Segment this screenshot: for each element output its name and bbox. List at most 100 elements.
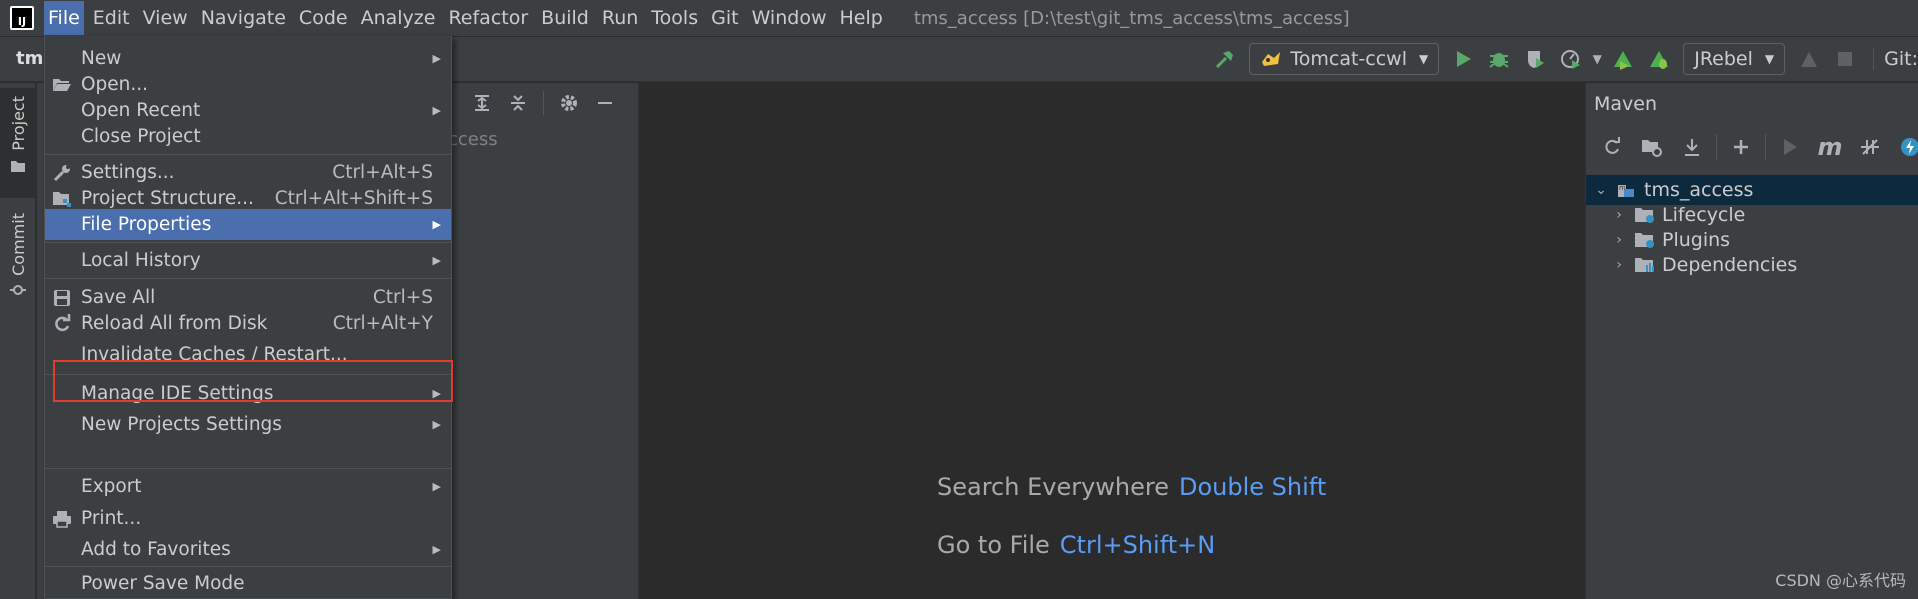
submenu-arrow-icon: ▶: [432, 543, 441, 556]
hint-label: Search Everywhere: [937, 473, 1169, 501]
menu-item-shortcut: Ctrl+Alt+S: [332, 162, 433, 183]
menu-edit[interactable]: Edit: [89, 1, 134, 35]
menu-item-close-project[interactable]: Close Project: [45, 121, 451, 152]
print-icon: [50, 507, 74, 531]
debug-icon[interactable]: [1481, 41, 1517, 77]
run-icon[interactable]: [1772, 129, 1808, 165]
chevron-down-icon: ▼: [1419, 52, 1429, 66]
commit-tool-tab[interactable]: Commit: [0, 203, 36, 313]
run-config-select[interactable]: Tomcat-ccwl ▼: [1249, 43, 1440, 75]
toggle-offline-icon[interactable]: [1852, 129, 1888, 165]
maven-dependencies-row[interactable]: › Dependencies: [1586, 250, 1918, 280]
menu-item-print[interactable]: Print...: [45, 503, 451, 534]
menu-item-shortcut: Ctrl+S: [372, 287, 433, 308]
jrebel-debug-icon[interactable]: [1641, 41, 1677, 77]
menu-navigate[interactable]: Navigate: [197, 1, 290, 35]
maven-dependencies-label: Dependencies: [1662, 254, 1798, 276]
chevron-down-icon[interactable]: ▼: [1589, 41, 1605, 77]
menu-item-label: Power Save Mode: [81, 573, 245, 594]
tomcat-icon: [1262, 52, 1281, 66]
maven-toolbar: m: [1586, 127, 1918, 167]
dependencies-folder-icon: [1635, 258, 1654, 272]
menu-item-label: New: [81, 48, 122, 69]
chevron-down-icon: ▼: [1764, 52, 1775, 66]
profiler-icon[interactable]: [1553, 41, 1589, 77]
menu-tools[interactable]: Tools: [647, 1, 702, 35]
hide-panel-icon[interactable]: [590, 88, 620, 118]
commit-tab-label: Commit: [8, 213, 28, 276]
jrebel-select[interactable]: JRebel ▼: [1683, 43, 1786, 75]
menu-analyze[interactable]: Analyze: [357, 1, 440, 35]
menu-code[interactable]: Code: [295, 1, 352, 35]
menu-refactor[interactable]: Refactor: [444, 1, 532, 35]
menu-separator: [45, 468, 451, 469]
breadcrumb[interactable]: tm: [16, 48, 43, 69]
menu-item-label: Close Project: [81, 126, 201, 147]
add-icon[interactable]: [1723, 129, 1759, 165]
menu-item-label: New Projects Settings: [81, 414, 282, 435]
chevron-right-icon[interactable]: ›: [1610, 207, 1628, 223]
chevron-down-icon[interactable]: ⌄: [1592, 182, 1610, 198]
project-tab-label: Project: [8, 96, 28, 151]
folder-icon: [11, 160, 25, 172]
submenu-arrow-icon: ▶: [432, 218, 441, 231]
chevron-right-icon[interactable]: ›: [1610, 232, 1628, 248]
toolbar-actions: Tomcat-ccwl ▼ ▼ JRebel ▼ Git:: [1207, 37, 1918, 81]
hint-shortcut[interactable]: Ctrl+Shift+N: [1060, 531, 1215, 559]
menu-item-label: Reload All from Disk: [81, 313, 268, 334]
folder-open-icon: [50, 73, 74, 97]
maven-panel-title: Maven: [1594, 93, 1658, 115]
menu-item-shortcut: Ctrl+Alt+Y: [332, 313, 433, 334]
menu-item-file-properties[interactable]: File Properties ▶: [45, 209, 451, 240]
toolbar-separator: [1716, 134, 1717, 160]
menu-view[interactable]: View: [139, 1, 192, 35]
submenu-arrow-icon: ▶: [432, 418, 441, 431]
project-tree-root[interactable]: ccess: [448, 129, 498, 150]
lifecycle-folder-icon: [1635, 208, 1654, 223]
hint-go-to-file: Go to File Ctrl+Shift+N: [937, 531, 1215, 559]
window-title: tms_access [D:\test\git_tms_access\tms_a…: [913, 7, 1350, 29]
git-label[interactable]: Git:: [1873, 48, 1918, 70]
menu-item-local-history[interactable]: Local History ▶: [45, 245, 451, 276]
menu-separator: [45, 566, 451, 567]
menu-run[interactable]: Run: [598, 1, 642, 35]
skip-tests-icon[interactable]: [1892, 129, 1918, 165]
gear-icon[interactable]: [554, 88, 584, 118]
menu-window[interactable]: Window: [748, 1, 831, 35]
maven-plugins-label: Plugins: [1662, 229, 1731, 251]
submenu-arrow-icon: ▶: [432, 104, 441, 117]
maven-project-label: tms_access: [1644, 179, 1754, 201]
menu-item-power-save-mode[interactable]: Power Save Mode: [45, 568, 451, 599]
menu-item-reload-all[interactable]: Reload All from Disk Ctrl+Alt+Y: [45, 308, 451, 339]
menu-item-export[interactable]: Export ▶: [45, 471, 451, 502]
chevron-right-icon[interactable]: ›: [1610, 257, 1628, 273]
generate-sources-icon[interactable]: [1634, 129, 1670, 165]
build-hammer-icon[interactable]: [1207, 41, 1243, 77]
menu-item-label: Project Structure...: [81, 188, 254, 209]
menu-item-label: Print...: [81, 508, 142, 529]
reload-icon[interactable]: [1594, 129, 1630, 165]
submenu-arrow-icon: ▶: [432, 52, 441, 65]
download-icon[interactable]: [1674, 129, 1710, 165]
collapse-all-icon[interactable]: [503, 88, 533, 118]
menu-item-add-to-favorites[interactable]: Add to Favorites ▶: [45, 534, 451, 565]
maven-goal-icon[interactable]: m: [1812, 129, 1848, 165]
run-icon[interactable]: [1445, 41, 1481, 77]
submenu-arrow-icon: ▶: [432, 480, 441, 493]
jrebel-run-icon[interactable]: [1605, 41, 1641, 77]
project-tool-tab[interactable]: Project: [0, 88, 36, 198]
hint-shortcut[interactable]: Double Shift: [1179, 473, 1326, 501]
menu-item-label: Local History: [81, 250, 201, 271]
menu-item-new-projects-settings[interactable]: New Projects Settings ▶: [45, 409, 451, 440]
expand-all-icon[interactable]: [467, 88, 497, 118]
menu-git[interactable]: Git: [707, 1, 742, 35]
hint-search-everywhere: Search Everywhere Double Shift: [937, 473, 1326, 501]
menu-help[interactable]: Help: [835, 1, 886, 35]
menu-separator: [45, 278, 451, 279]
menu-file[interactable]: File: [44, 1, 84, 35]
coverage-icon[interactable]: [1517, 41, 1553, 77]
menu-build[interactable]: Build: [537, 1, 593, 35]
jrebel-panel-icon[interactable]: [1791, 41, 1827, 77]
stop-icon[interactable]: [1827, 41, 1863, 77]
svg-text:m: m: [1619, 184, 1626, 192]
